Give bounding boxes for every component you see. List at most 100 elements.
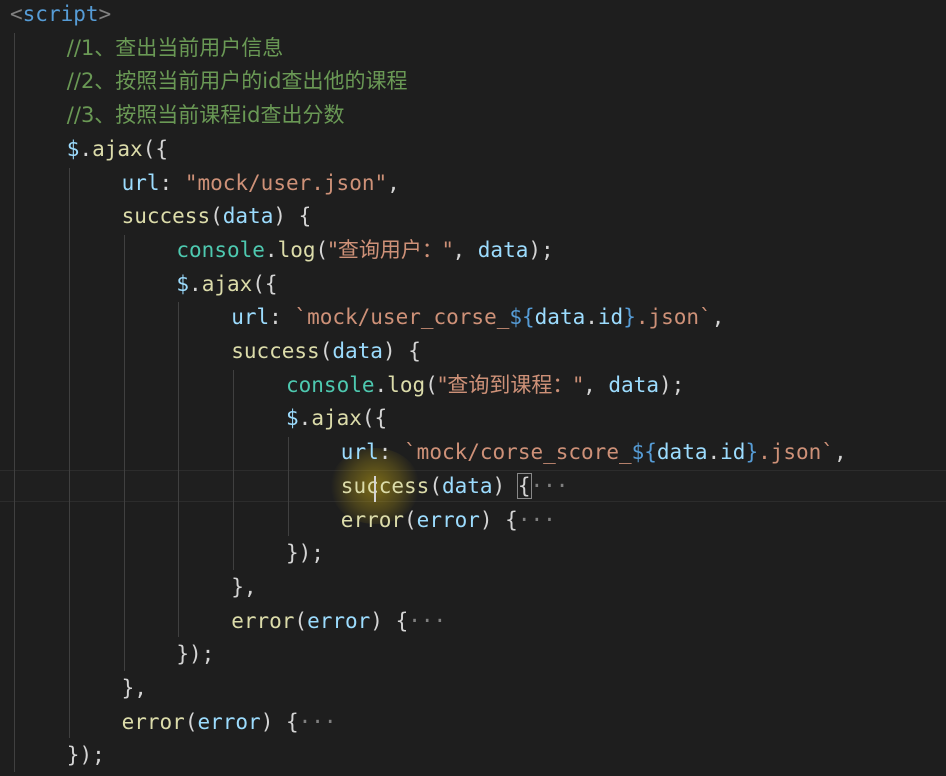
code-token: . (298, 406, 312, 431)
code-line[interactable]: error(error) {··· (231, 604, 446, 638)
code-token: ( (315, 237, 329, 262)
code-token: $ (66, 136, 80, 161)
mouse-cursor-icon (374, 476, 376, 502)
indent-guide (178, 302, 180, 638)
code-token: `mock/user_corse_ (294, 305, 510, 330)
indent-guide (288, 437, 289, 537)
code-token: ajax (201, 271, 253, 296)
code-token: url (340, 440, 379, 465)
code-token: ) (492, 473, 518, 498)
code-token: }, (121, 676, 147, 700)
code-token: data (534, 305, 586, 330)
code-token: . (189, 271, 202, 296)
code-line[interactable]: //3、按照当前课程id查出分数 (67, 98, 345, 132)
code-token: ) { (382, 339, 421, 363)
code-line[interactable]: <script> (10, 0, 111, 31)
code-token: , (711, 305, 725, 330)
code-token: url (121, 170, 160, 195)
code-editor[interactable]: <script> //1、查出当前用户信息 //2、按照当前用户的id查出他的课程 /… (0, 0, 946, 776)
code-token: ( (429, 473, 442, 498)
code-line[interactable]: $.ajax({ (176, 267, 277, 301)
code-token: ); (528, 237, 554, 262)
code-token: "mock/user.json" (184, 170, 388, 195)
code-token: "查询用户：" (328, 237, 453, 262)
code-line[interactable]: }); (286, 536, 324, 570)
indent-guide (233, 369, 235, 570)
code-token: } (745, 440, 759, 465)
code-token: error (340, 507, 405, 532)
code-token: success (231, 339, 320, 363)
code-token: error (197, 709, 261, 734)
code-token: `mock/corse_score_ (404, 440, 632, 465)
code-line[interactable]: success(data) { (122, 199, 312, 233)
code-token: success (340, 473, 430, 498)
code-token: : (378, 440, 405, 465)
code-line[interactable]: $.ajax({ (286, 401, 387, 435)
code-token: . (374, 372, 388, 397)
code-token: ··· (408, 608, 447, 633)
code-token: ( (404, 507, 417, 532)
code-token: : (269, 305, 295, 330)
code-token: , (583, 372, 609, 397)
code-line[interactable]: error(error) {··· (122, 705, 337, 739)
code-token: }); (176, 642, 215, 667)
code-token: data (608, 372, 659, 397)
code-token: log (387, 372, 426, 397)
code-token: }); (286, 541, 324, 566)
code-line[interactable]: console.log("查询到课程：", data); (286, 368, 684, 402)
code-token: ) { (273, 204, 312, 229)
code-token: data (222, 204, 274, 229)
code-token: console (286, 372, 375, 397)
code-token: url (231, 305, 270, 330)
code-token: ); (658, 372, 685, 397)
code-token: "查询到课程：" (437, 372, 584, 397)
code-token: ) { (479, 507, 518, 532)
code-token: log (277, 237, 316, 262)
code-token: }); (66, 743, 105, 768)
code-token: : (159, 170, 185, 195)
code-token: data (477, 237, 529, 262)
code-token: , (452, 237, 478, 262)
indent-guide (123, 234, 125, 671)
code-token: data (656, 440, 708, 465)
code-line[interactable]: error(error) {··· (341, 503, 556, 537)
code-token: , (387, 170, 400, 195)
code-token: . (707, 440, 721, 465)
code-token: ··· (298, 709, 337, 734)
code-line[interactable]: url: `mock/corse_score_${data.id}.json`, (341, 435, 847, 469)
code-token: ( (294, 608, 308, 633)
code-line[interactable]: //1、查出当前用户信息 (67, 31, 284, 65)
code-token: ··· (517, 507, 556, 532)
code-token: data (441, 473, 493, 498)
code-line[interactable]: success(data) { (231, 334, 421, 368)
code-token: //1、查出当前用户信息 (66, 35, 284, 60)
code-line[interactable]: url: "mock/user.json", (122, 166, 400, 200)
code-token: ({ (252, 271, 278, 296)
code-token: id (597, 305, 624, 330)
code-token: ({ (142, 136, 168, 161)
code-token: .json` (635, 305, 712, 330)
code-line[interactable]: console.log("查询用户：", data); (176, 233, 553, 267)
indent-guide (14, 32, 15, 773)
code-token: ${ (509, 305, 535, 330)
code-line[interactable]: }, (122, 671, 147, 705)
code-token: ( (425, 372, 438, 397)
code-token: error (231, 608, 295, 633)
code-token: ··· (530, 473, 569, 498)
code-token: script (22, 2, 99, 26)
code-token: , (833, 440, 847, 465)
code-token: success (121, 204, 211, 229)
code-token: ) { (370, 608, 409, 633)
code-token: ) { (260, 709, 299, 734)
code-token: error (416, 507, 480, 532)
code-line[interactable]: }); (67, 738, 105, 772)
code-line[interactable]: $.ajax({ (67, 132, 168, 166)
code-line[interactable]: }, (231, 570, 256, 604)
code-token: }, (231, 574, 257, 599)
code-token: { (516, 472, 532, 499)
code-line[interactable]: url: `mock/user_corse_${data.id}.json`, (231, 300, 724, 334)
code-line[interactable]: //2、按照当前用户的id查出他的课程 (67, 64, 408, 98)
code-token: $ (176, 271, 190, 296)
code-token: //3、按照当前课程id查出分数 (66, 103, 345, 128)
code-line[interactable]: }); (176, 637, 214, 671)
